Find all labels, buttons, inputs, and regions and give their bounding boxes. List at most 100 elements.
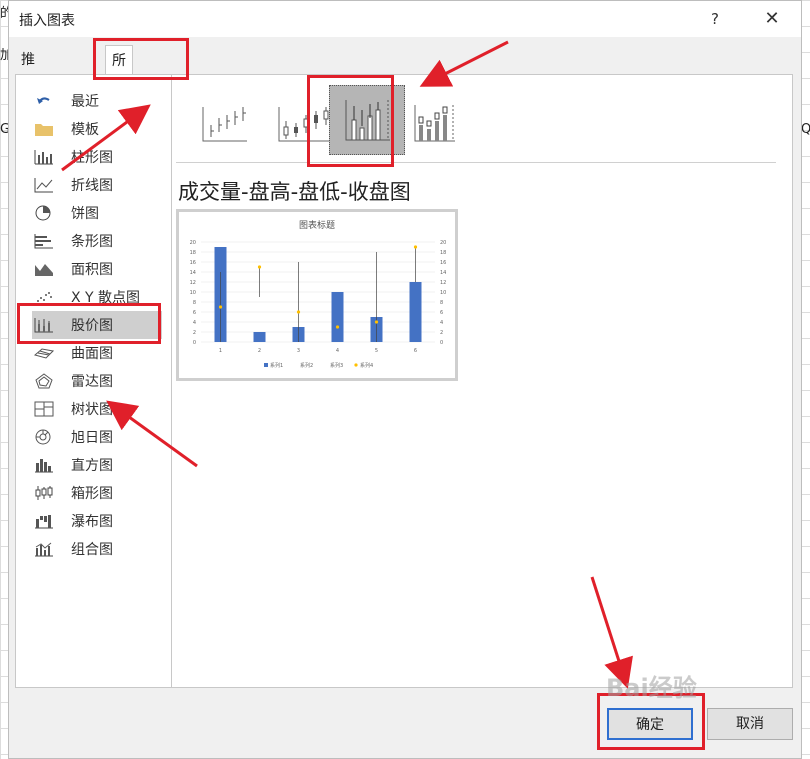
x-tick-label: 1 xyxy=(219,348,222,354)
sidebar-label: X Y 散点图 xyxy=(71,290,141,306)
y2-tick-label: 0 xyxy=(440,340,443,346)
chart-preview-svg: 图表标题 0 02 24 46 68 810 1012 1214 1416 1618 1820 20 … xyxy=(190,219,447,369)
line-chart-icon xyxy=(34,178,53,193)
sidebar-item-boxplot[interactable]: 箱形图 xyxy=(34,479,164,507)
dialog-title: 插入图表 xyxy=(19,13,75,29)
cancel-button[interactable]: 取消 xyxy=(707,708,793,740)
close-point xyxy=(296,310,301,314)
close-point xyxy=(257,265,262,269)
legend-swatch xyxy=(354,363,358,367)
close-button[interactable]: ✕ xyxy=(759,7,785,31)
subtype-volume-open-high-low-close[interactable] xyxy=(409,85,485,155)
y2-tick-label: 14 xyxy=(440,270,446,276)
sidebar-label: 瀑布图 xyxy=(71,514,113,530)
legend-label: 系列2 xyxy=(300,362,313,369)
x-tick-label: 2 xyxy=(258,348,261,354)
sidebar-item-stock[interactable]: 股价图 xyxy=(32,311,162,339)
area-chart-icon xyxy=(35,264,53,276)
close-point xyxy=(335,325,340,329)
legend-label: 系列4 xyxy=(360,362,373,369)
bg-fragment-4: Q xyxy=(801,122,810,137)
selected-chart-name: 成交量-盘高-盘低-收盘图 xyxy=(178,180,411,204)
sidebar-label: 箱形图 xyxy=(71,486,113,502)
y2-tick-label: 10 xyxy=(440,290,446,296)
subtype-volume-high-low-close[interactable] xyxy=(329,85,405,155)
close-point xyxy=(218,305,223,309)
y-tick-label: 18 xyxy=(190,250,196,256)
sidebar-item-bar[interactable]: 条形图 xyxy=(34,227,164,255)
pie-chart-icon xyxy=(35,205,51,221)
sidebar-item-templates[interactable]: 模板 xyxy=(34,115,164,143)
insert-chart-dialog: 插入图表 ? ✕ 推荐的图表 所有图表 最近 模板 柱形图 折线图 xyxy=(8,0,802,759)
surface-chart-icon xyxy=(34,348,54,359)
sidebar-item-area[interactable]: 面积图 xyxy=(34,255,164,283)
sidebar-item-sunburst[interactable]: 旭日图 xyxy=(34,423,164,451)
waterfall-chart-icon xyxy=(35,515,53,529)
y2-tick-label: 2 xyxy=(440,330,443,336)
y2-tick-label: 6 xyxy=(440,310,443,316)
sidebar-item-recent[interactable]: 最近 xyxy=(34,87,164,115)
high-low-close-icon xyxy=(202,107,247,142)
chart-panel: 最近 模板 柱形图 折线图 饼图 条形图 面积图 X Y 散点图 股价图 曲面图… xyxy=(15,74,793,688)
y2-tick-label: 20 xyxy=(440,240,446,246)
sidebar-item-column[interactable]: 柱形图 xyxy=(34,143,164,171)
sidebar-item-histogram[interactable]: 直方图 xyxy=(34,451,164,479)
y2-tick-label: 16 xyxy=(440,260,446,266)
legend-label: 系列1 xyxy=(270,362,283,369)
dialog-titlebar: 插入图表 ? ✕ xyxy=(9,1,801,37)
legend-label: 系列3 xyxy=(330,362,343,369)
scatter-chart-icon xyxy=(37,292,52,302)
sidebar-label: 曲面图 xyxy=(71,346,113,362)
y2-tick-label: 4 xyxy=(440,320,443,326)
sidebar-item-combo[interactable]: 组合图 xyxy=(34,535,164,563)
column-chart-icon xyxy=(34,150,53,165)
chart-type-sidebar: 最近 模板 柱形图 折线图 饼图 条形图 面积图 X Y 散点图 股价图 曲面图… xyxy=(16,75,172,687)
sidebar-item-pie[interactable]: 饼图 xyxy=(34,199,164,227)
chart-preview[interactable]: 图表标题 0 0 2 2 4 4 6 6 8 8 10 10 12 12 14 14 16 16 18 18 20 20 … xyxy=(176,209,458,381)
sidebar-label: 直方图 xyxy=(71,458,113,474)
y-tick-label: 20 xyxy=(190,240,196,246)
sidebar-label: 面积图 xyxy=(71,262,113,278)
sidebar-label: 条形图 xyxy=(71,234,113,250)
help-button[interactable]: ? xyxy=(703,7,727,31)
sidebar-item-radar[interactable]: 雷达图 xyxy=(34,367,164,395)
close-point xyxy=(413,245,418,249)
undo-icon xyxy=(37,97,50,104)
y2-tick-label: 12 xyxy=(440,280,446,286)
y2-tick-label: 8 xyxy=(440,300,443,306)
tab-all-charts[interactable]: 所有图表 xyxy=(105,45,133,159)
sidebar-label: 股价图 xyxy=(71,318,113,334)
y-tick-label: 0 xyxy=(193,340,196,346)
volume-high-low-close-icon xyxy=(345,100,390,141)
sidebar-label: 树状图 xyxy=(71,402,113,418)
radar-chart-icon xyxy=(35,373,53,389)
bar-chart-icon xyxy=(34,234,53,249)
sidebar-label: 柱形图 xyxy=(71,150,113,166)
y-tick-label: 6 xyxy=(193,310,196,316)
sidebar-item-line[interactable]: 折线图 xyxy=(34,171,164,199)
sidebar-item-scatter[interactable]: X Y 散点图 xyxy=(34,283,164,311)
subtype-high-low-close[interactable] xyxy=(189,85,265,155)
volume-open-high-low-close-icon xyxy=(414,105,455,142)
boxplot-chart-icon xyxy=(35,486,53,500)
treemap-chart-icon xyxy=(34,401,54,417)
sidebar-label: 组合图 xyxy=(71,542,113,558)
tab-recommended-charts[interactable]: 推荐的图表 xyxy=(15,45,41,188)
x-tick-label: 6 xyxy=(414,348,417,354)
sidebar-item-waterfall[interactable]: 瀑布图 xyxy=(34,507,164,535)
sidebar-label: 饼图 xyxy=(71,206,99,222)
volume-bar xyxy=(253,332,266,342)
y-tick-label: 14 xyxy=(190,270,196,276)
ok-button[interactable]: 确定 xyxy=(607,708,693,740)
sidebar-label: 最近 xyxy=(71,94,99,110)
histogram-chart-icon xyxy=(35,459,53,473)
sidebar-item-treemap[interactable]: 树状图 xyxy=(34,395,164,423)
x-tick-label: 3 xyxy=(297,348,300,354)
sidebar-item-surface[interactable]: 曲面图 xyxy=(34,339,164,367)
x-tick-label: 5 xyxy=(375,348,378,354)
sidebar-label: 旭日图 xyxy=(71,430,113,446)
sidebar-label: 折线图 xyxy=(71,178,113,194)
stock-chart-icon xyxy=(34,318,53,333)
volume-bar xyxy=(331,292,344,342)
watermark: Bai经验 xyxy=(606,674,697,702)
